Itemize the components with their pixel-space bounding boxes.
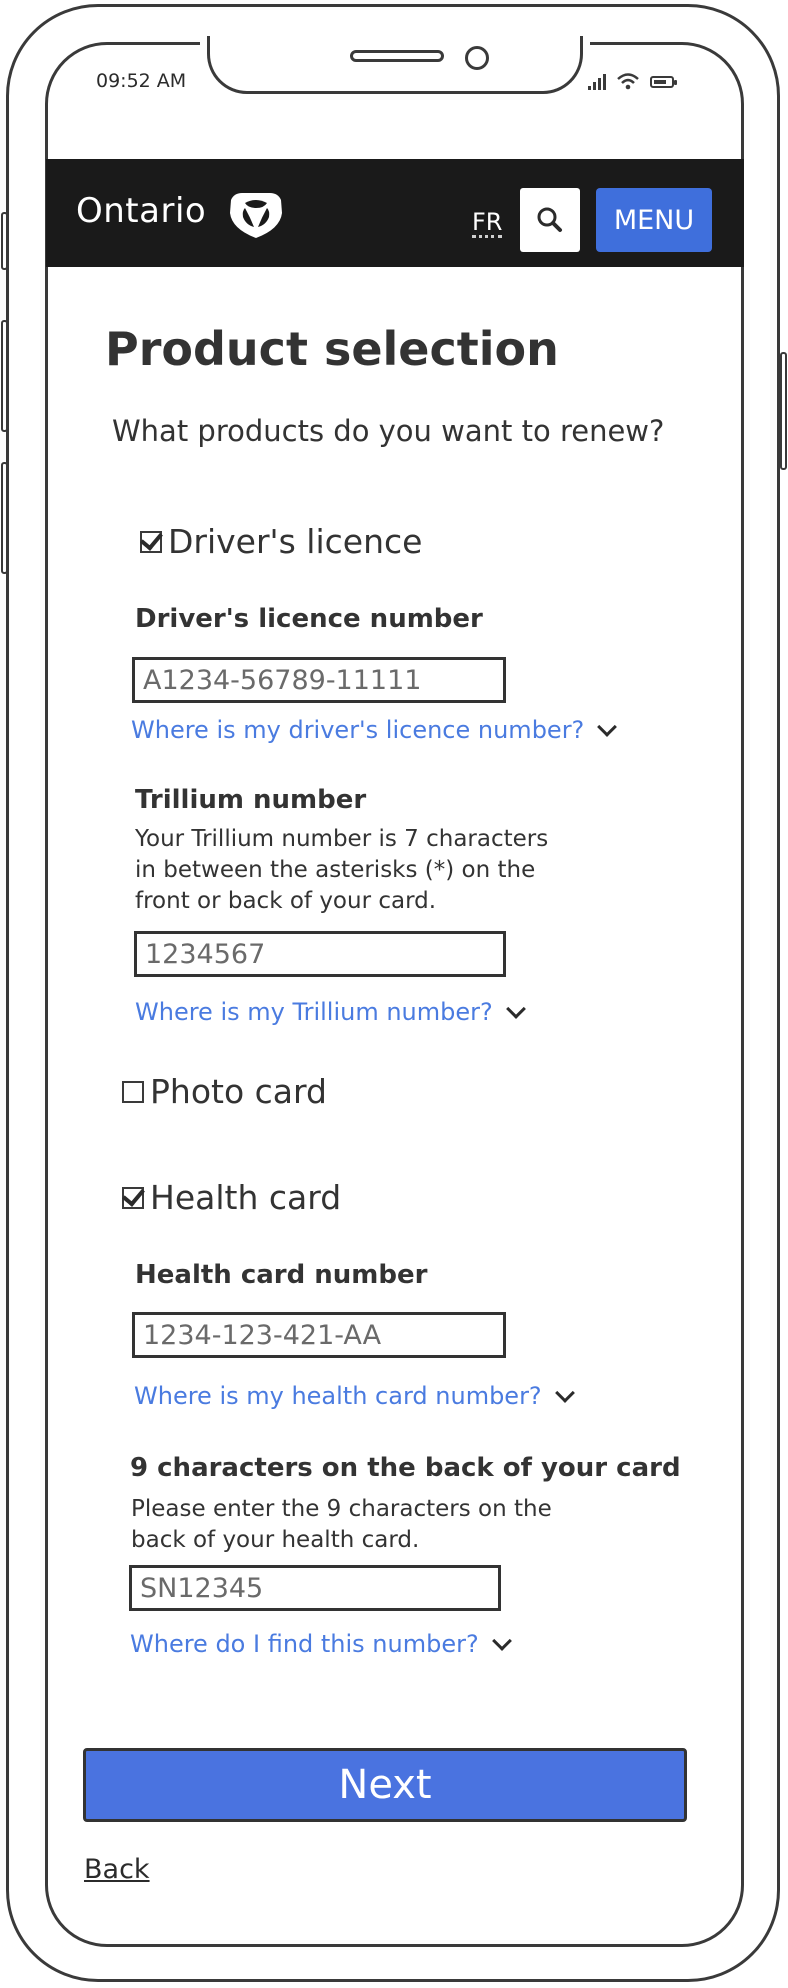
search-button[interactable] [520,188,580,252]
drivers-licence-option[interactable]: Driver's licence [140,522,422,561]
health-card-number-input[interactable]: 1234-123-421-AA [132,1312,506,1358]
chevron-down-icon [505,999,526,1019]
back-characters-help-line: back of your health card. [131,1527,420,1553]
wifi-icon [617,73,639,90]
trillium-logo-icon[interactable] [228,191,284,239]
chevron-down-icon [597,717,618,737]
language-toggle-fr[interactable]: FR [472,209,503,238]
back-link[interactable]: Back [84,1854,150,1885]
health-card-help-text: Where is my health card number? [134,1382,542,1410]
health-card-number-label: Health card number [135,1260,428,1290]
trillium-number-label: Trillium number [135,785,367,815]
ontario-logo-text[interactable]: Ontario [76,191,206,231]
drivers-licence-checkbox[interactable] [140,530,162,553]
menu-button[interactable]: MENU [596,188,712,252]
side-button-volume-down [1,462,8,574]
trillium-help-line: front or back of your card. [135,888,437,914]
status-time: 09:52 AM [96,70,187,92]
trillium-number-help: Your Trillium number is 7 characters in … [135,824,605,917]
status-icons [588,68,677,90]
page-title: Product selection [105,322,559,376]
drivers-licence-help-link[interactable]: Where is my driver's licence number? [131,716,618,744]
signal-icon [588,72,606,90]
health-card-help-link[interactable]: Where is my health card number? [134,1382,575,1410]
side-button-power [780,352,787,470]
drivers-licence-label: Driver's licence [168,522,423,561]
photo-card-label: Photo card [150,1072,327,1111]
search-icon [537,207,562,232]
trillium-help-text: Where is my Trillium number? [135,998,493,1026]
next-button[interactable]: Next [83,1748,687,1822]
back-characters-input[interactable]: SN12345 [129,1565,501,1611]
phone-notch [207,36,583,94]
back-characters-label: 9 characters on the back of your card [130,1453,681,1483]
site-header: Ontario FR MENU [46,159,744,267]
drivers-licence-help-text: Where is my driver's licence number? [131,716,585,744]
drivers-licence-number-input[interactable]: A1234-56789-11111 [132,657,506,703]
page-question: What products do you want to renew? [112,414,665,448]
trillium-help-line: Your Trillium number is 7 characters [135,826,549,852]
trillium-number-input[interactable]: 1234567 [134,931,506,977]
drivers-licence-number-label: Driver's licence number [135,604,483,634]
health-card-checkbox[interactable] [122,1186,144,1209]
back-characters-help-link[interactable]: Where do I find this number? [130,1630,512,1658]
battery-icon [650,76,677,88]
back-characters-help: Please enter the 9 characters on the bac… [131,1494,601,1556]
speaker-grille [350,50,444,62]
chevron-down-icon [554,1383,575,1403]
trillium-help-link[interactable]: Where is my Trillium number? [135,998,526,1026]
front-camera [465,46,489,70]
side-button-mute [1,212,8,270]
health-card-label: Health card [150,1178,342,1217]
health-card-option[interactable]: Health card [122,1178,341,1217]
chevron-down-icon [491,1631,512,1651]
trillium-help-line: in between the asterisks (*) on the [135,857,536,883]
back-characters-help-line: Please enter the 9 characters on the [131,1496,552,1522]
back-characters-help-text: Where do I find this number? [130,1630,479,1658]
photo-card-checkbox[interactable] [122,1080,144,1103]
side-button-volume-up [1,320,8,432]
photo-card-option[interactable]: Photo card [122,1072,327,1111]
